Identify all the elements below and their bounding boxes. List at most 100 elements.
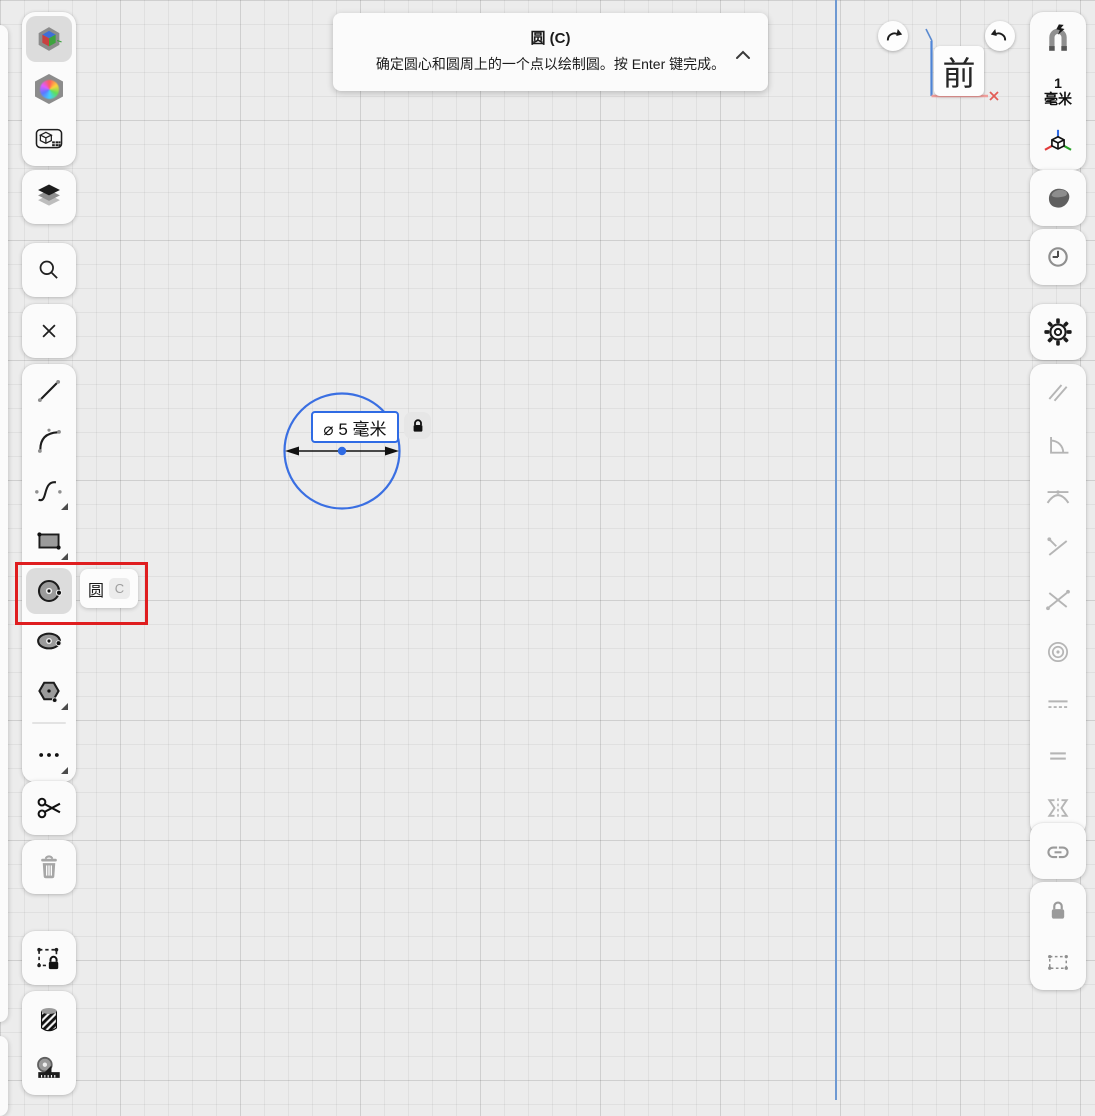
- settings-button[interactable]: [1034, 308, 1082, 356]
- snap-toggle-button[interactable]: [1034, 16, 1082, 64]
- sketch-layer: [283, 392, 401, 510]
- left-panel-layers: [22, 170, 76, 224]
- collinear-constraint-icon: [1048, 700, 1068, 708]
- redo-arrow-icon: [886, 29, 903, 41]
- instruction-banner: 圆 (C) 确定圆心和圆周上的一个点以绘制圆。按 Enter 键完成。: [333, 13, 768, 91]
- tooltip-label: 圆: [87, 582, 104, 600]
- unlink-icon: [1047, 846, 1069, 859]
- banner-title: 圆 (C): [530, 30, 571, 47]
- chevron-up-icon[interactable]: [734, 49, 752, 61]
- submenu-triangle-icon: [61, 503, 68, 510]
- shaded-view-button[interactable]: [1034, 174, 1082, 222]
- history-button[interactable]: [1034, 233, 1082, 281]
- orientation-cube-button[interactable]: [26, 16, 72, 62]
- view-orientation-gizmo[interactable]: 前: [920, 16, 1004, 108]
- fill-hatch-icon: [40, 1008, 58, 1032]
- appearance-button[interactable]: [26, 66, 72, 112]
- vertical-axis-line: [835, 0, 837, 1100]
- tangent-constraint-button: [1034, 472, 1082, 520]
- layers-button[interactable]: [26, 174, 72, 220]
- concentric-constraint-icon: [1048, 642, 1068, 662]
- search-button[interactable]: [26, 247, 72, 293]
- diameter-dimension-line: [285, 446, 399, 456]
- shortcut-key-badge: C: [109, 578, 130, 599]
- left-panel-trim: [22, 781, 76, 835]
- layers-icon: [38, 184, 60, 206]
- angle-constraint-icon: [1050, 437, 1069, 454]
- line-tool-icon: [37, 379, 61, 403]
- shaded-view-icon: [1048, 188, 1070, 208]
- submenu-triangle-icon: [61, 703, 68, 710]
- view-settings-icon: [35, 128, 63, 149]
- close-icon: [42, 324, 56, 338]
- left-panel-extras: [22, 991, 76, 1095]
- lock-selection-button[interactable]: [26, 935, 72, 981]
- left-panel-delete: [22, 840, 76, 894]
- parallel-constraint-button: [1034, 368, 1082, 416]
- lock-selection-icon: [37, 947, 62, 972]
- collinear-constraint-button: [1034, 680, 1082, 728]
- left-panel-lock-selection: [22, 931, 76, 985]
- banner-description: 确定圆心和圆周上的一个点以绘制圆。按 Enter 键完成。: [375, 56, 726, 72]
- circle-center-point[interactable]: [337, 446, 347, 456]
- cad-canvas[interactable]: { "instruction_banner": { "title": "圆 (C…: [0, 0, 1095, 1116]
- parallel-constraint-icon: [1048, 384, 1068, 402]
- intersection-constraint-icon: [1046, 589, 1070, 611]
- color-wheel-icon: [35, 74, 63, 104]
- left-panel-close: [22, 304, 76, 358]
- ellipse-tool-icon: [37, 632, 62, 650]
- left-edge-panel: [0, 25, 8, 1022]
- grid-size-unit: 毫米: [1044, 91, 1072, 107]
- selection-bounds-icon: [1048, 954, 1068, 970]
- right-panel-snap: 1 毫米: [1030, 12, 1086, 170]
- selection-bounds-button[interactable]: [1034, 938, 1082, 986]
- x-axis-cross-icon: [989, 91, 999, 101]
- fill-hatch-button[interactable]: [26, 995, 72, 1041]
- dimension-lock-button[interactable]: [404, 412, 431, 439]
- polygon-tool-button[interactable]: [26, 668, 72, 714]
- history-clock-icon: [1048, 247, 1068, 267]
- arc-tool-button[interactable]: [26, 418, 72, 464]
- right-panel-shading: [1030, 170, 1086, 226]
- intersection-constraint-button: [1034, 576, 1082, 624]
- trim-button[interactable]: [26, 785, 72, 831]
- diameter-input[interactable]: ⌀ 5 毫米: [311, 411, 399, 443]
- redo-button[interactable]: [878, 21, 908, 51]
- view-settings-button[interactable]: [26, 116, 72, 162]
- close-button[interactable]: [26, 308, 72, 354]
- left-panel-search: [22, 243, 76, 297]
- measure-tape-icon: [37, 1056, 60, 1078]
- delete-trash-icon: [41, 855, 57, 879]
- arc-tool-icon: [37, 428, 61, 453]
- lock-button[interactable]: [1034, 886, 1082, 934]
- search-icon: [39, 260, 58, 279]
- tangent-constraint-icon: [1046, 490, 1070, 504]
- more-tools-button[interactable]: [26, 732, 72, 778]
- angle-constraint-button: [1034, 420, 1082, 468]
- toolbar-divider: [32, 722, 66, 724]
- symmetry-constraint-icon: [1047, 798, 1069, 818]
- rectangle-tool-button[interactable]: [26, 518, 72, 564]
- lock-icon: [413, 418, 422, 432]
- orientation-cube-icon: [38, 27, 62, 51]
- submenu-triangle-icon: [61, 767, 68, 774]
- front-view-badge[interactable]: 前: [934, 46, 984, 96]
- right-panel-settings: [1030, 304, 1086, 360]
- trim-scissors-icon: [37, 797, 61, 819]
- line-tool-button[interactable]: [26, 368, 72, 414]
- lock-icon: [1051, 901, 1065, 919]
- grid-size-label: 1 毫米: [1034, 68, 1082, 114]
- snap-magnet-icon: [1049, 24, 1067, 51]
- point-on-line-constraint-icon: [1047, 537, 1068, 556]
- measure-button[interactable]: [26, 1045, 72, 1091]
- delete-button: [26, 844, 72, 890]
- grid-size-value: 1: [1054, 74, 1062, 91]
- unlink-button[interactable]: [1034, 827, 1082, 875]
- origin-axes-icon: [1044, 129, 1072, 151]
- spline-tool-button[interactable]: [26, 468, 72, 514]
- circle-tool-tooltip: 圆 C: [80, 569, 138, 608]
- concentric-constraint-button: [1034, 628, 1082, 676]
- origin-axes-button[interactable]: [1034, 118, 1082, 166]
- equal-constraint-icon: [1050, 752, 1066, 760]
- submenu-triangle-icon: [61, 553, 68, 560]
